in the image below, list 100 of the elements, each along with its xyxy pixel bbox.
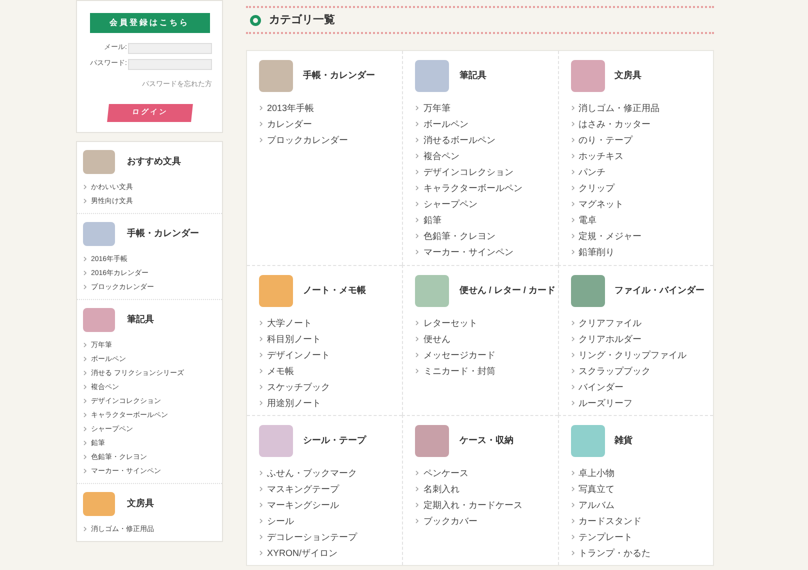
category-link[interactable]: マーカー・サインペン bbox=[423, 244, 514, 260]
chevron-icon bbox=[415, 470, 420, 476]
chevron-icon bbox=[415, 137, 420, 143]
photo-placeholder bbox=[570, 60, 605, 92]
category-link[interactable]: パンチ bbox=[578, 164, 606, 180]
photo-placeholder bbox=[83, 222, 115, 246]
category-link[interactable]: シール bbox=[267, 513, 294, 529]
register-button[interactable]: 会員登録はこちら bbox=[90, 13, 210, 33]
photo-placeholder bbox=[259, 275, 293, 307]
category-link[interactable]: 写真立て bbox=[578, 481, 615, 497]
chevron-icon bbox=[259, 121, 263, 127]
category-link[interactable]: カードスタンド bbox=[578, 513, 642, 529]
category-link[interactable]: 定規・メジャー bbox=[578, 228, 642, 244]
section-heading: 文房具 bbox=[127, 496, 154, 510]
chevron-icon bbox=[83, 184, 87, 190]
category-link[interactable]: 複合ペン bbox=[423, 148, 460, 164]
chevron-icon bbox=[83, 398, 87, 404]
category-link[interactable]: ブックカバー bbox=[423, 513, 478, 529]
input-field[interactable] bbox=[128, 43, 212, 54]
category-link[interactable]: 定期入れ・カードケース bbox=[423, 497, 522, 513]
chevron-icon bbox=[83, 256, 87, 262]
chevron-icon bbox=[570, 534, 575, 540]
category-link[interactable]: 鉛筆 bbox=[423, 212, 442, 228]
category-link[interactable]: シャープペン bbox=[423, 196, 478, 212]
chevron-icon bbox=[259, 320, 263, 326]
category-link[interactable]: マーキングシール bbox=[267, 497, 339, 513]
category-link[interactable]: マグネット bbox=[578, 196, 624, 212]
category-heading: ファイル・バインダー bbox=[614, 284, 705, 298]
category-link[interactable]: アルバム bbox=[578, 497, 615, 513]
chevron-icon bbox=[415, 336, 420, 342]
category-link[interactable]: 万年筆 bbox=[423, 100, 450, 116]
chevron-icon bbox=[83, 284, 87, 290]
category-heading: 手帳・カレンダー bbox=[303, 69, 375, 82]
category-link[interactable]: ボールペン bbox=[423, 116, 468, 132]
chevron-icon bbox=[570, 384, 575, 390]
category-link[interactable]: ペンケース bbox=[423, 465, 468, 481]
page-title: カテゴリ一覧 bbox=[269, 12, 335, 28]
chevron-icon bbox=[259, 137, 263, 143]
category-link[interactable]: ルーズリーフ bbox=[578, 395, 633, 411]
category-link[interactable]: 消せるボールペン bbox=[423, 132, 496, 148]
category-link[interactable]: マスキングテープ bbox=[267, 481, 339, 497]
category-link[interactable]: 消しゴム・修正用品 bbox=[578, 100, 660, 116]
category-link[interactable]: キャラクターボールペン bbox=[423, 180, 522, 196]
category-link[interactable]: 用途別ノート bbox=[267, 395, 321, 411]
chevron-icon bbox=[83, 270, 87, 276]
category-link[interactable]: テンプレート bbox=[578, 529, 633, 545]
category-link[interactable]: ホッチキス bbox=[578, 148, 624, 164]
chevron-icon bbox=[570, 185, 575, 191]
category-heading: ノート・メモ帳 bbox=[303, 284, 366, 298]
category-link[interactable]: クリップ bbox=[578, 180, 615, 196]
category-link[interactable]: XYRON/ザイロン bbox=[267, 545, 338, 561]
category-link[interactable]: デザインコレクション bbox=[423, 164, 514, 180]
photo-placeholder bbox=[83, 492, 115, 516]
chevron-icon bbox=[259, 502, 263, 508]
photo-placeholder bbox=[415, 275, 450, 307]
category-link[interactable]: デザインノート bbox=[267, 347, 330, 363]
category-link[interactable]: ふせん・ブックマーク bbox=[267, 465, 357, 481]
category-link[interactable]: 科目別ノート bbox=[267, 331, 321, 347]
category-link[interactable]: 色鉛筆・クレヨン bbox=[423, 228, 496, 244]
category-link[interactable]: メモ帳 bbox=[267, 363, 294, 379]
category-link[interactable]: レターセット bbox=[423, 315, 478, 331]
category-link[interactable]: メッセージカード bbox=[423, 347, 496, 363]
category-link[interactable]: のり・テープ bbox=[578, 132, 633, 148]
category-link[interactable]: デコレーションテープ bbox=[267, 529, 357, 545]
chevron-icon bbox=[83, 384, 87, 390]
category-link[interactable]: 2013年手帳 bbox=[267, 100, 314, 116]
category-link[interactable]: トランプ・かるた bbox=[578, 545, 651, 561]
chevron-icon bbox=[83, 198, 87, 204]
chevron-icon bbox=[570, 486, 575, 492]
photo-placeholder bbox=[259, 60, 293, 92]
category-link[interactable]: カレンダー bbox=[267, 116, 312, 132]
photo-placeholder bbox=[415, 425, 450, 457]
category-link[interactable]: バインダー bbox=[578, 379, 624, 395]
category-link[interactable]: ミニカード・封筒 bbox=[423, 363, 496, 379]
chevron-icon bbox=[570, 153, 575, 159]
category-heading: 筆記具 bbox=[459, 69, 486, 82]
chevron-icon bbox=[570, 105, 575, 111]
category-link[interactable]: 便せん bbox=[423, 331, 450, 347]
chevron-icon bbox=[415, 233, 420, 239]
category-link[interactable]: スケッチブック bbox=[267, 379, 330, 395]
category-link[interactable]: 電卓 bbox=[578, 212, 597, 228]
category-link[interactable]: 卓上小物 bbox=[578, 465, 615, 481]
chevron-icon bbox=[259, 105, 263, 111]
chevron-icon bbox=[259, 352, 263, 358]
chevron-icon bbox=[570, 169, 575, 175]
category-link[interactable]: 名刺入れ bbox=[423, 481, 460, 497]
category-link[interactable]: スクラップブック bbox=[578, 363, 651, 379]
category-link[interactable]: 鉛筆削り bbox=[578, 244, 615, 260]
chevron-icon bbox=[83, 342, 87, 348]
chevron-icon bbox=[259, 400, 263, 406]
category-link[interactable]: クリアファイル bbox=[578, 315, 642, 331]
chevron-icon bbox=[570, 502, 575, 508]
category-link[interactable]: クリアホルダー bbox=[578, 331, 642, 347]
photo-placeholder bbox=[83, 308, 115, 332]
category-link[interactable]: ブロックカレンダー bbox=[267, 132, 348, 148]
category-link[interactable]: 大学ノート bbox=[267, 315, 312, 331]
input-field[interactable] bbox=[128, 59, 212, 70]
category-link[interactable]: はさみ・カッター bbox=[578, 116, 651, 132]
photo-placeholder bbox=[570, 425, 605, 457]
category-link[interactable]: リング・クリップファイル bbox=[578, 347, 687, 363]
